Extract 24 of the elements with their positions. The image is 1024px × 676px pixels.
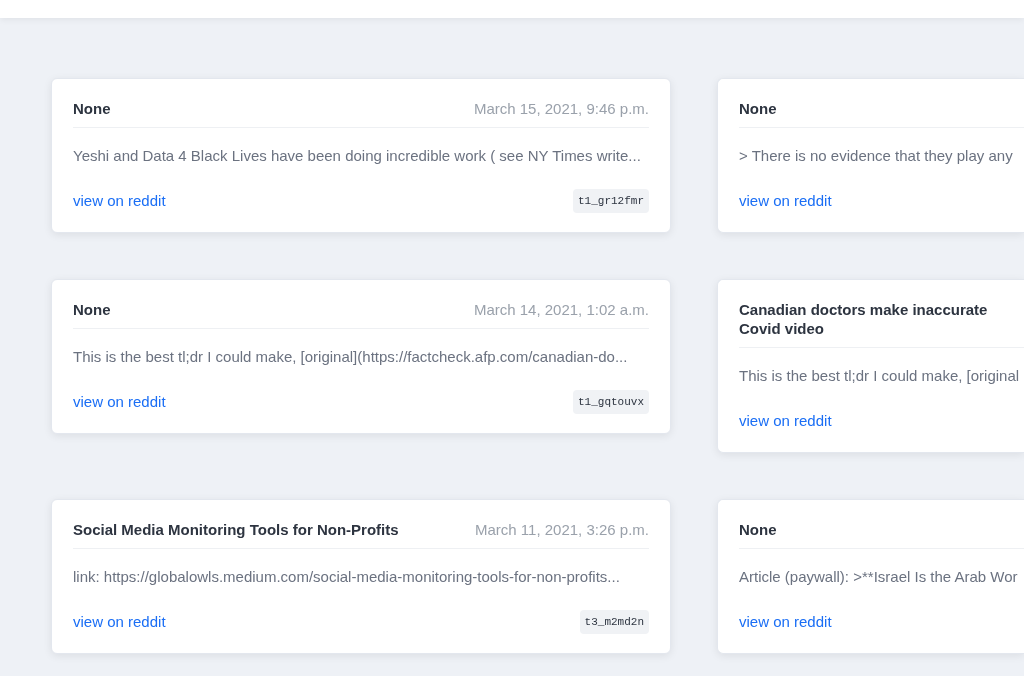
post-id-badge: t1_gqtouvx [573,389,649,415]
post-title: None [73,300,111,319]
post-excerpt: > There is no evidence that they play any [739,147,1013,164]
post-excerpt: link: https://globalowls.medium.com/social-media-monitoring-tools-for-non-profits... [73,568,620,585]
post-excerpt: Yeshi and Data 4 Black Lives have been doing incredible work ( see NY Times write... [73,147,641,164]
reddit-link[interactable]: view on reddit [73,390,166,414]
post-date: March 14, 2021, 1:02 a.m. [473,300,649,319]
post-date: March 11, 2021, 3:26 p.m. [475,520,649,539]
post-date: March 15, 2021, 9:46 p.m. [473,99,649,118]
post-title: None [73,99,111,118]
post-title: Social Media Monitoring Tools for Non-Profits [73,520,399,539]
post-title: Canadian doctors make inaccurate Covid video [739,300,989,338]
reddit-link[interactable]: view on reddit [73,189,166,213]
post-excerpt: Article (paywall): >**Israel Is the Arab Wor [739,568,1018,585]
reddit-link[interactable]: view on reddit [739,610,832,634]
reddit-link[interactable]: view on reddit [73,610,166,634]
post-title: None [739,520,777,539]
post-id-badge: t3_m2md2n [579,609,649,635]
post-id-badge: t1_gr12fmr [573,188,649,214]
post-title: None [739,99,777,118]
post-excerpt: This is the best tl;dr I could make, [original [739,367,1020,384]
reddit-link[interactable]: view on reddit [739,409,832,433]
post-excerpt: This is the best tl;dr I could make, [original](https://factcheck.afp.com/canadian-do... [73,348,628,365]
reddit-link[interactable]: view on reddit [739,189,832,213]
